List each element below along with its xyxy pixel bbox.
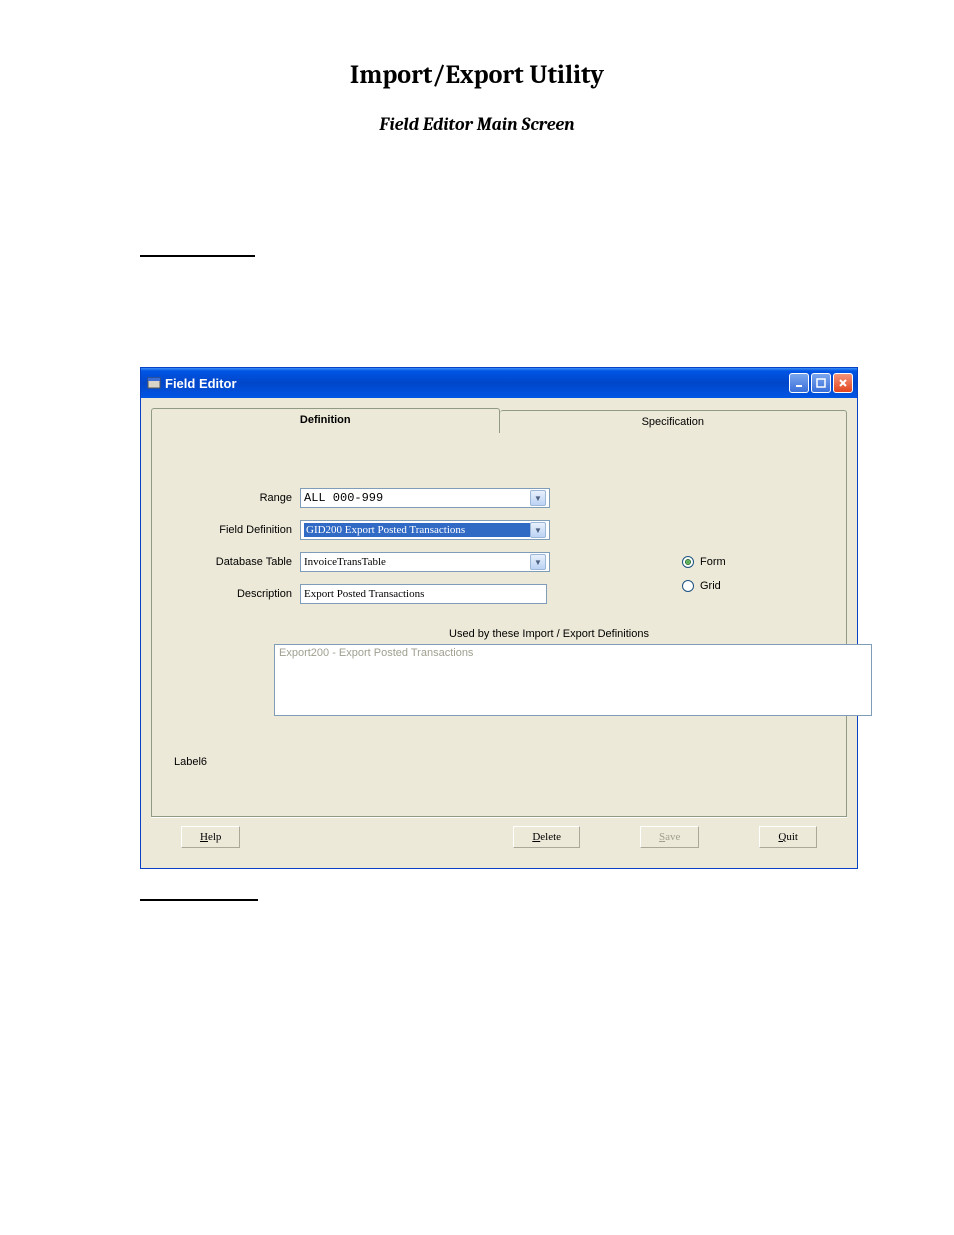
view-mode-group: Form Grid (682, 556, 726, 592)
range-label: Range (172, 492, 300, 504)
database-table-value: InvoiceTransTable (304, 556, 530, 568)
field-editor-window: Field Editor Definition Specification (140, 367, 858, 869)
list-item[interactable]: Export200 - Export Posted Transactions (279, 647, 867, 659)
range-value: ALL 000-999 (304, 491, 530, 505)
field-definition-label: Field Definition (172, 524, 300, 536)
minimize-button[interactable] (789, 373, 809, 393)
radio-icon-unselected (682, 580, 694, 592)
decorative-underline (140, 899, 258, 901)
page-title: Import/Export Utility (0, 60, 954, 90)
maximize-button[interactable] (811, 373, 831, 393)
definition-tab-panel: Range ALL 000-999 ▼ Field Definition GID… (151, 433, 847, 817)
chevron-down-icon[interactable]: ▼ (530, 554, 546, 570)
window-titlebar[interactable]: Field Editor (141, 368, 857, 398)
tab-specification[interactable]: Specification (500, 410, 848, 433)
help-button[interactable]: Help (181, 826, 240, 848)
tab-row: Definition Specification (151, 408, 847, 433)
used-by-label: Used by these Import / Export Definition… (172, 628, 826, 640)
field-definition-value: GID200 Export Posted Transactions (304, 523, 530, 537)
radio-grid[interactable]: Grid (682, 580, 726, 592)
radio-form-label: Form (700, 556, 726, 568)
range-combo[interactable]: ALL 000-999 ▼ (300, 488, 550, 508)
chevron-down-icon[interactable]: ▼ (530, 490, 546, 506)
radio-grid-label: Grid (700, 580, 721, 592)
app-icon (147, 376, 161, 390)
decorative-underline (140, 255, 255, 257)
field-definition-combo[interactable]: GID200 Export Posted Transactions ▼ (300, 520, 550, 540)
database-table-label: Database Table (172, 556, 300, 568)
delete-button[interactable]: Delete (513, 826, 580, 848)
page-subtitle: Field Editor Main Screen (0, 114, 954, 135)
used-by-list[interactable]: Export200 - Export Posted Transactions (274, 644, 872, 716)
description-value: Export Posted Transactions (304, 588, 424, 600)
save-button[interactable]: Save (640, 826, 699, 848)
close-button[interactable] (833, 373, 853, 393)
window-client-area: Definition Specification Range ALL 000-9… (141, 398, 857, 868)
description-input[interactable]: Export Posted Transactions (300, 584, 547, 604)
description-label: Description (172, 588, 300, 600)
database-table-combo[interactable]: InvoiceTransTable ▼ (300, 552, 550, 572)
radio-icon-selected (682, 556, 694, 568)
label6: Label6 (172, 716, 826, 776)
chevron-down-icon[interactable]: ▼ (530, 522, 546, 538)
quit-button[interactable]: Quit (759, 826, 817, 848)
radio-form[interactable]: Form (682, 556, 726, 568)
window-buttons (789, 373, 853, 393)
window-title: Field Editor (165, 376, 789, 391)
button-bar: Help Delete Save Quit (151, 817, 847, 858)
tab-definition[interactable]: Definition (151, 408, 500, 433)
